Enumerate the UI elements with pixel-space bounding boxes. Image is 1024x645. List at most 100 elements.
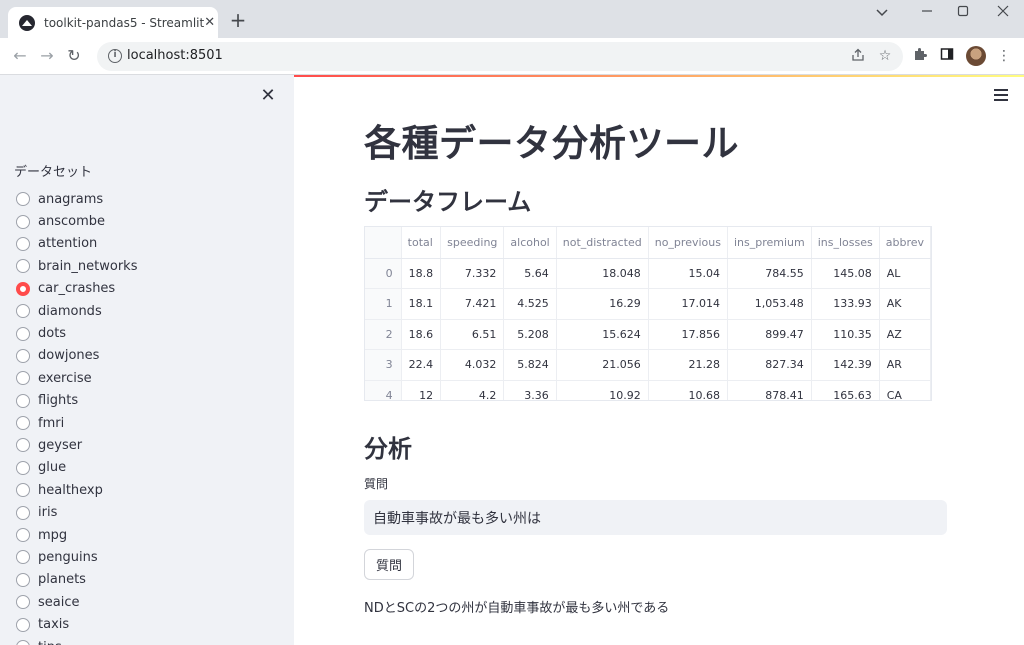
table-cell[interactable]: 1,053.48 [727, 288, 812, 320]
table-cell[interactable]: 5.64 [503, 258, 557, 289]
radio-option-penguins[interactable]: penguins [16, 546, 137, 568]
table-cell[interactable]: 110.35 [811, 319, 880, 350]
browser-menu-icon[interactable]: ⋮ [995, 47, 1013, 65]
table-cell[interactable]: AR [879, 349, 931, 381]
table-cell[interactable]: 18.6 [401, 319, 442, 350]
row-index[interactable]: 2 [365, 319, 402, 350]
radio-option-diamonds[interactable]: diamonds [16, 300, 137, 322]
column-header[interactable]: not_distracted [556, 227, 649, 259]
table-cell[interactable]: 18.048 [556, 258, 649, 289]
question-input[interactable] [364, 500, 947, 535]
radio-option-attention[interactable]: attention [16, 233, 137, 255]
radio-circle[interactable] [16, 348, 30, 363]
column-header[interactable]: ins_premium [727, 227, 812, 259]
radio-circle[interactable] [16, 572, 30, 587]
radio-circle[interactable] [16, 236, 30, 251]
radio-circle[interactable] [16, 259, 30, 274]
restore-icon[interactable] [948, 5, 978, 21]
radio-option-brain_networks[interactable]: brain_networks [16, 255, 137, 277]
radio-option-anscombe[interactable]: anscombe [16, 210, 137, 232]
radio-option-taxis[interactable]: taxis [16, 613, 137, 635]
radio-circle[interactable] [16, 640, 30, 645]
table-cell[interactable]: CA [879, 380, 931, 400]
hamburger-menu-icon[interactable] [994, 89, 1008, 101]
table-cell[interactable]: 17.014 [648, 288, 728, 320]
radio-circle[interactable] [16, 617, 30, 632]
radio-option-iris[interactable]: iris [16, 501, 137, 523]
row-index[interactable]: 3 [365, 349, 402, 381]
table-cell[interactable]: 4.2 [440, 380, 505, 400]
extensions-puzzle-icon[interactable] [911, 47, 929, 65]
table-cell[interactable]: 7.421 [440, 288, 505, 320]
radio-option-healthexp[interactable]: healthexp [16, 479, 137, 501]
tab-close-icon[interactable]: ✕ [204, 15, 215, 30]
radio-circle[interactable] [16, 371, 30, 386]
row-index[interactable]: 0 [365, 258, 402, 289]
table-cell[interactable]: 4.525 [503, 288, 557, 320]
radio-circle[interactable] [16, 192, 30, 207]
dataframe-table[interactable]: total speeding alcohol not_distracted no_pre… [364, 226, 932, 401]
profile-avatar[interactable] [966, 46, 986, 66]
radio-option-flights[interactable]: flights [16, 390, 137, 412]
radio-circle[interactable] [16, 416, 30, 431]
radio-option-car_crashes[interactable]: car_crashes [16, 278, 137, 300]
table-cell[interactable]: 133.93 [811, 288, 880, 320]
table-cell[interactable]: 7.332 [440, 258, 505, 289]
radio-circle[interactable] [16, 304, 30, 319]
radio-circle[interactable] [16, 550, 30, 565]
table-cell[interactable]: 4.032 [440, 349, 505, 381]
radio-circle[interactable] [16, 281, 30, 296]
back-arrow-icon[interactable]: ← [10, 46, 30, 66]
table-cell[interactable]: 15.04 [648, 258, 728, 289]
table-cell[interactable]: 6.51 [440, 319, 505, 350]
row-index[interactable]: 4 [365, 380, 402, 400]
table-cell[interactable]: 878.41 [727, 380, 812, 400]
radio-circle[interactable] [16, 460, 30, 475]
radio-circle[interactable] [16, 595, 30, 610]
new-tab-icon[interactable]: + [228, 10, 248, 30]
address-bar[interactable]: i localhost:8501 ☆ [97, 42, 903, 71]
row-index[interactable]: 1 [365, 288, 402, 320]
radio-circle[interactable] [16, 214, 30, 229]
bookmark-star-icon[interactable]: ☆ [876, 48, 894, 64]
radio-option-fmri[interactable]: fmri [16, 412, 137, 434]
radio-option-tips[interactable]: tips [16, 636, 137, 645]
column-header[interactable]: total [401, 227, 442, 259]
column-header[interactable]: ins_losses [811, 227, 880, 259]
table-cell[interactable]: 21.056 [556, 349, 649, 381]
radio-option-mpg[interactable]: mpg [16, 524, 137, 546]
radio-circle[interactable] [16, 483, 30, 498]
table-cell[interactable]: 899.47 [727, 319, 812, 350]
table-cell[interactable]: 10.68 [648, 380, 728, 400]
table-cell[interactable]: 5.824 [503, 349, 557, 381]
table-cell[interactable]: 22.4 [401, 349, 442, 381]
column-header[interactable]: abbrev [879, 227, 931, 259]
table-cell[interactable]: 165.63 [811, 380, 880, 400]
radio-option-seaice[interactable]: seaice [16, 591, 137, 613]
radio-circle[interactable] [16, 326, 30, 341]
radio-option-dots[interactable]: dots [16, 322, 137, 344]
table-cell[interactable]: 10.92 [556, 380, 649, 400]
window-close-icon[interactable] [988, 5, 1018, 21]
radio-option-geyser[interactable]: geyser [16, 434, 137, 456]
column-header[interactable]: alcohol [503, 227, 557, 259]
radio-circle[interactable] [16, 528, 30, 543]
radio-option-dowjones[interactable]: dowjones [16, 345, 137, 367]
forward-arrow-icon[interactable]: → [37, 46, 57, 66]
column-header[interactable] [365, 227, 402, 259]
column-header[interactable]: no_previous [648, 227, 728, 259]
column-header[interactable]: speeding [440, 227, 505, 259]
table-cell[interactable]: 145.08 [811, 258, 880, 289]
table-cell[interactable]: 21.28 [648, 349, 728, 381]
radio-option-anagrams[interactable]: anagrams [16, 188, 137, 210]
side-panel-icon[interactable] [938, 47, 956, 65]
table-cell[interactable]: AK [879, 288, 931, 320]
share-icon[interactable] [849, 48, 867, 66]
table-cell[interactable]: 15.624 [556, 319, 649, 350]
table-cell[interactable]: AL [879, 258, 931, 289]
sidebar-close-icon[interactable]: ✕ [258, 85, 278, 106]
reload-icon[interactable]: ↻ [64, 46, 84, 66]
table-cell[interactable]: 5.208 [503, 319, 557, 350]
table-cell[interactable]: 18.1 [401, 288, 442, 320]
table-cell[interactable]: 827.34 [727, 349, 812, 381]
